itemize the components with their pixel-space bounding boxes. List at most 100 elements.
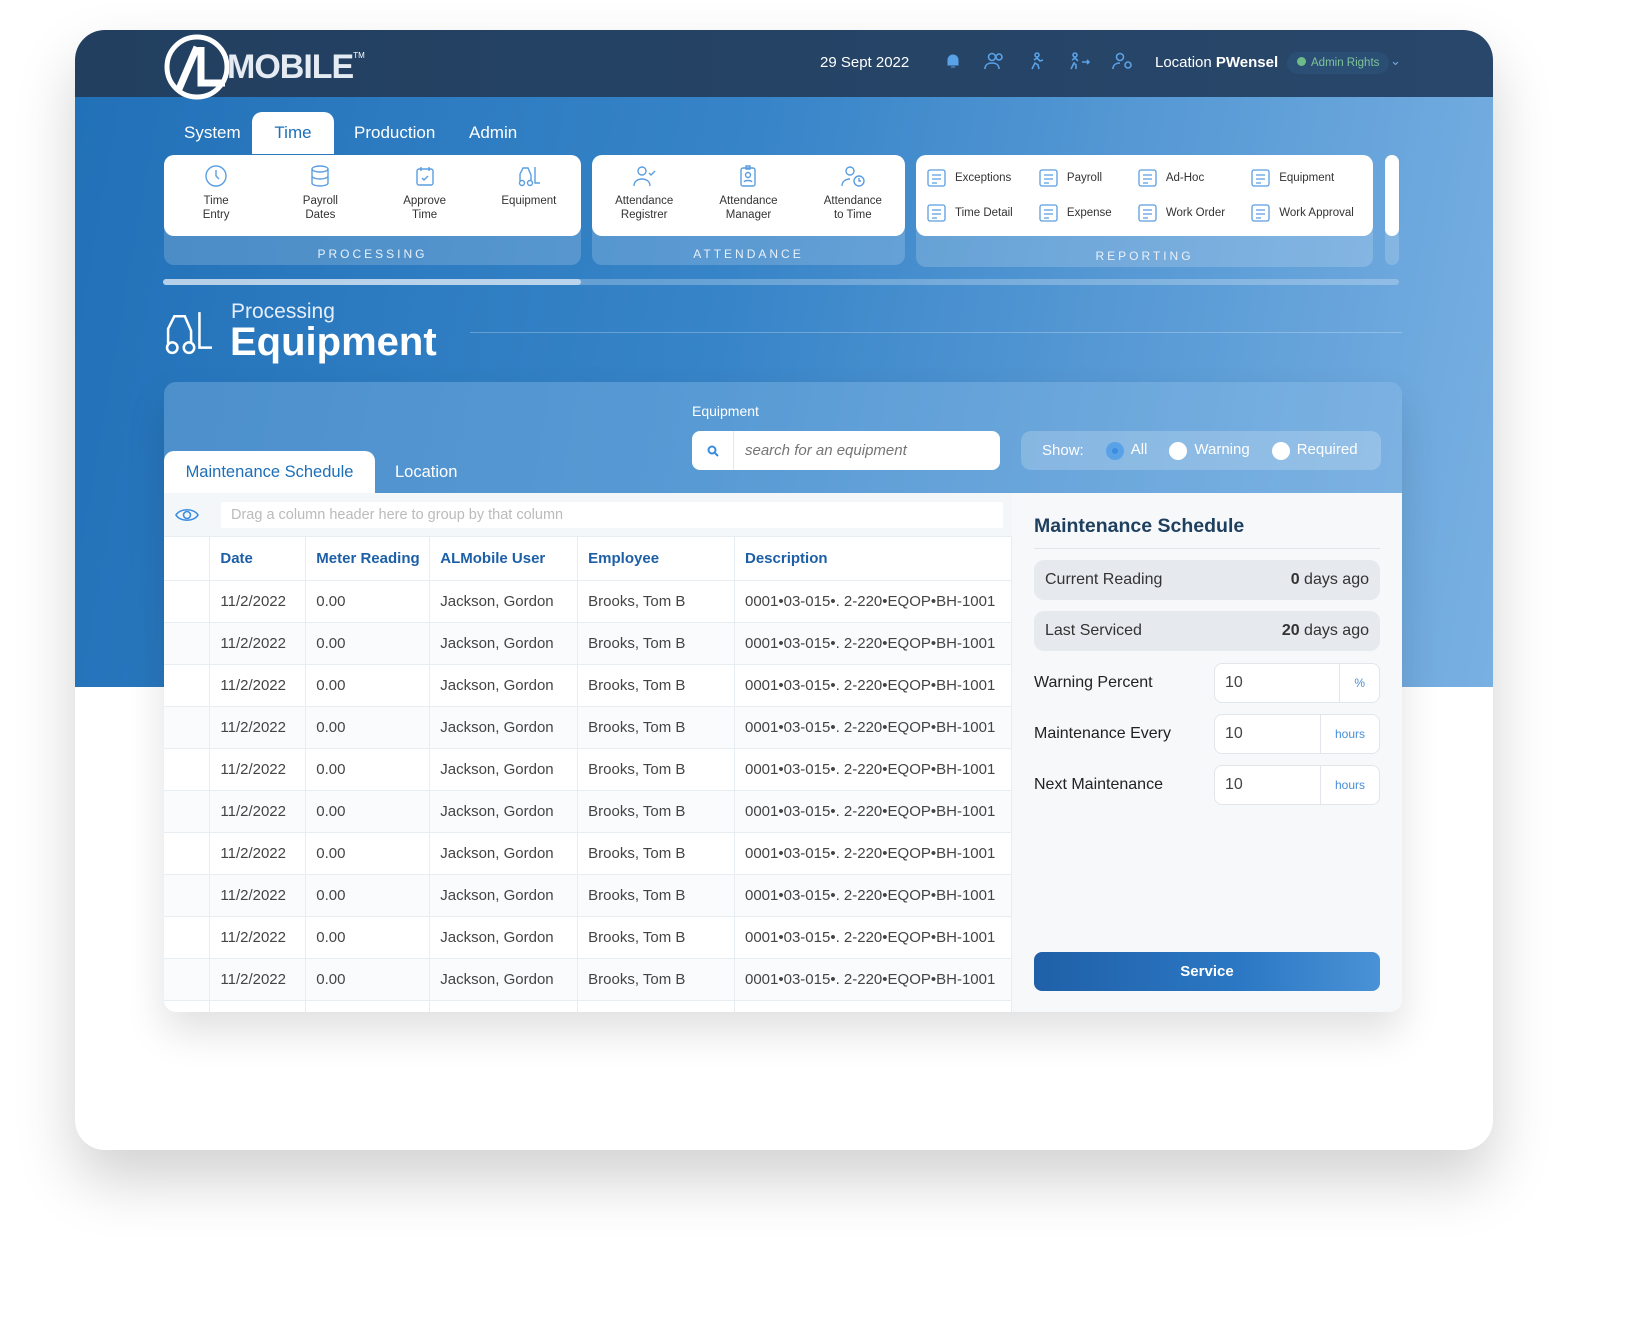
radio-all[interactable]: All <box>1105 441 1148 460</box>
ribbon-report-ad-hoc[interactable]: Ad-Hoc <box>1137 161 1234 196</box>
tab-maintenance-schedule[interactable]: Maintenance Schedule <box>164 451 375 494</box>
calendar-check-icon <box>415 167 434 186</box>
chevron-down-icon[interactable]: ⌄ <box>1390 53 1401 69</box>
cell: 0.00 <box>305 874 431 917</box>
users-icon[interactable] <box>984 52 1006 70</box>
row-selector[interactable] <box>164 874 211 917</box>
table-row[interactable]: 11/2/2022 0.00 Jackson, Gordon Brooks, Tom … <box>164 622 1012 665</box>
tab-production[interactable]: Production <box>334 112 455 154</box>
row-selector[interactable] <box>164 664 211 707</box>
database-icon <box>311 165 330 187</box>
cell: 0.00 <box>305 790 431 833</box>
cell: 0.00 <box>305 958 431 1001</box>
label: Manager <box>725 209 772 221</box>
table-row[interactable]: 11/2/2022 0.00 Jackson, Gordon Brooks, Tom … <box>164 748 1012 791</box>
tab-system[interactable]: System <box>164 112 261 154</box>
row-selector[interactable] <box>164 748 211 791</box>
row-selector[interactable] <box>164 790 211 833</box>
label: Attendance <box>615 195 674 207</box>
cell: 0.00 <box>305 664 431 707</box>
service-button[interactable]: Service <box>1034 952 1380 991</box>
ribbon-report-work-order[interactable]: Work Order <box>1137 196 1234 231</box>
ribbon-report-exceptions[interactable]: Exceptions <box>926 161 1022 196</box>
ribbon-equipment[interactable]: Equipment <box>477 155 581 236</box>
value: 10 <box>1225 776 1243 793</box>
last-serviced-row: Last Serviced 20 days ago <box>1034 611 1380 651</box>
suffix: days ago <box>1299 571 1369 588</box>
row-selector[interactable] <box>164 706 211 749</box>
cell: Brooks, Tom B <box>577 874 735 917</box>
ribbon-attendance-registrer[interactable]: Attendance Registrer <box>592 155 696 236</box>
next-maintenance-input[interactable]: 10 hours <box>1214 765 1380 805</box>
column-header-description[interactable]: Description <box>734 537 1012 581</box>
label: Payroll <box>302 195 338 207</box>
ribbon-report-equipment[interactable]: Equipment <box>1250 161 1363 196</box>
table-row[interactable]: 11/2/2022 0.00 Jackson, Gordon Brooks, Tom … <box>164 832 1012 875</box>
ribbon-attendance-to-time[interactable]: Attendance to Time <box>801 155 905 236</box>
row-selector[interactable] <box>164 832 211 875</box>
ribbon-payroll-dates[interactable]: Payroll Dates <box>268 155 372 236</box>
ribbon-report-work-approval[interactable]: Work Approval <box>1250 196 1363 231</box>
maintenance-every-input[interactable]: 10 hours <box>1214 714 1380 754</box>
label: Maintenance Every <box>1034 725 1171 742</box>
cell: 0.00 <box>305 916 431 959</box>
cell: 0001•03-015•. 2-220•EQOP•BH-1001 <box>734 748 1012 791</box>
label: Current Reading <box>1045 571 1163 588</box>
row-selector[interactable] <box>164 622 211 665</box>
label: All <box>1130 441 1148 459</box>
table-row[interactable]: 11/2/2022 0.00 Jackson, Gordon Brooks, Tom … <box>164 706 1012 749</box>
table-row[interactable]: 11/2/2022 0.00 Jackson, Gordon Brooks, Tom … <box>164 790 1012 833</box>
logo[interactable]: MOBILE TM <box>163 33 365 101</box>
cell: 11/2/2022 <box>209 706 307 749</box>
bell-icon[interactable] <box>944 52 962 70</box>
table-row[interactable]: 11/2/2022 0.00 Jackson, Gordon Brooks, Tom … <box>164 580 1012 623</box>
cell: Brooks, Tom B <box>577 580 735 623</box>
cell: Brooks, Tom B <box>577 832 735 875</box>
tab-location[interactable]: Location <box>395 451 457 494</box>
warning-percent-input[interactable]: 10% <box>1214 663 1380 703</box>
radio-required[interactable]: Required <box>1271 441 1358 460</box>
group-label: REPORTING <box>1095 249 1194 263</box>
cell: 11/2/2022 <box>209 790 307 833</box>
table-row[interactable]: 11/2/2022 0.00 Jackson, Gordon Brooks, Tom … <box>164 958 1012 1001</box>
cell: Jackson, Gordon <box>429 580 579 623</box>
admin-rights-badge[interactable]: Admin Rights <box>1287 52 1390 74</box>
label: Time Detail <box>955 206 1013 219</box>
row-selector[interactable] <box>164 580 211 623</box>
table-row[interactable]: 11/2/2022 0.00 Jackson, Gordon Brooks, Tom … <box>164 664 1012 707</box>
equipment-search[interactable] <box>692 431 1000 470</box>
ribbon-report-payroll[interactable]: Payroll <box>1038 161 1121 196</box>
eye-icon[interactable] <box>164 507 210 523</box>
table-row[interactable]: 11/2/2022 0.00 Jackson, Gordon Brooks, Tom … <box>164 916 1012 959</box>
tab-time[interactable]: Time <box>252 112 334 154</box>
walk-out-icon[interactable] <box>1068 52 1090 70</box>
tab-admin[interactable]: Admin <box>449 112 537 154</box>
cell: Brooks, Tom B <box>577 790 735 833</box>
column-header-almobile-user[interactable]: ALMobile User <box>429 537 579 581</box>
ribbon-time-entry[interactable]: Time Entry <box>164 155 268 236</box>
cell: 0001•03-015•. 2-220•EQOP•BH-1001 <box>734 958 1012 1001</box>
column-header-date[interactable]: Date <box>209 537 307 581</box>
user-settings-icon[interactable] <box>1112 52 1134 70</box>
ribbon-report-expense[interactable]: Expense <box>1038 196 1121 231</box>
cell: 0001•03-015•. 2-220•EQOP•BH-1001 <box>734 790 1012 833</box>
ribbon-report-time-detail[interactable]: Time Detail <box>926 196 1022 231</box>
row-selector[interactable] <box>164 916 211 959</box>
group-by-dropzone[interactable]: Drag a column header here to group by th… <box>221 501 1003 528</box>
label: to Time <box>833 209 872 221</box>
table-row[interactable]: 11/2/2022 0.00 Jackson, Gordon Brooks, Tom … <box>164 874 1012 917</box>
ribbon-attendance-manager[interactable]: Attendance Manager <box>696 155 800 236</box>
row-selector[interactable] <box>164 958 211 1001</box>
scrollbar-thumb[interactable] <box>163 279 581 285</box>
search-icon <box>692 431 734 470</box>
column-header-meter-reading[interactable]: Meter Reading <box>305 537 431 581</box>
label: Work Approval <box>1279 206 1354 219</box>
search-input[interactable] <box>734 442 984 459</box>
radio-warning[interactable]: Warning <box>1169 441 1250 460</box>
cell: Jackson, Gordon <box>429 664 579 707</box>
column-header-employee[interactable]: Employee <box>577 537 735 581</box>
runner-icon[interactable] <box>1028 52 1046 70</box>
ribbon-scrollbar[interactable] <box>163 279 1399 285</box>
ribbon-approve-time[interactable]: Approve Time <box>373 155 477 236</box>
forklift-icon <box>1251 169 1270 187</box>
